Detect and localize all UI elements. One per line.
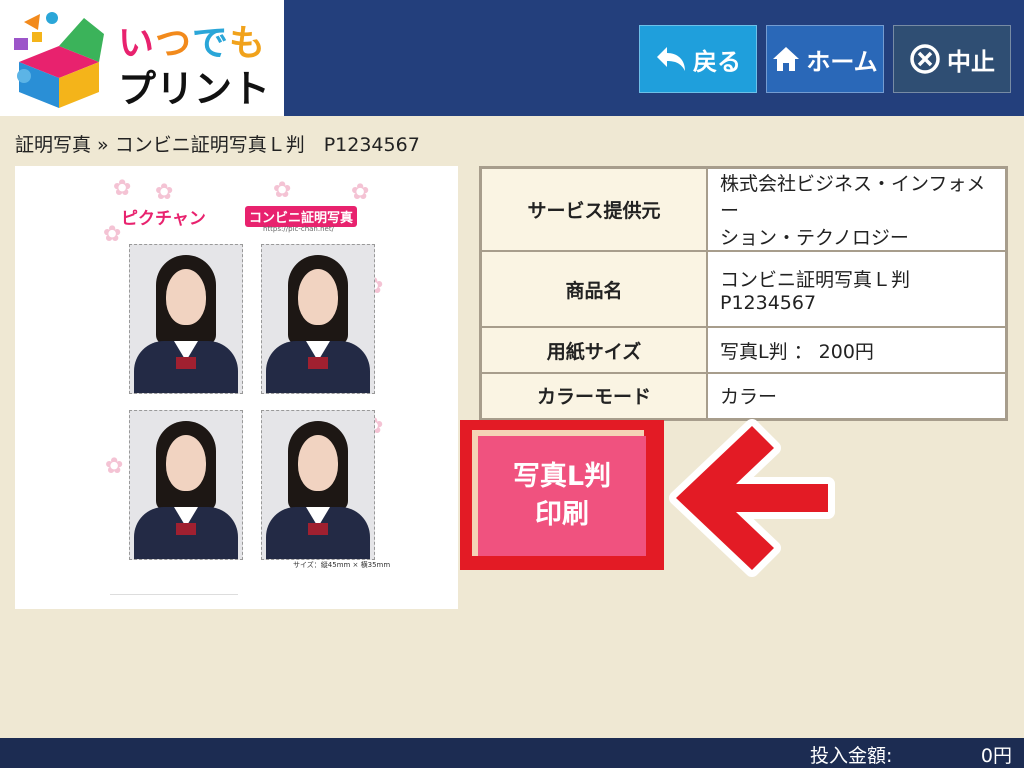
- info-row-product: 商品名 コンビニ証明写真Ｌ判 P1234567: [479, 250, 1008, 328]
- deposit-amount-value: 0円: [980, 745, 1012, 767]
- preview-divider: [110, 594, 238, 595]
- stop-button[interactable]: 中止: [893, 25, 1011, 93]
- sakura-decoration-icon: ✿: [351, 180, 370, 205]
- preview-size-note: サイズ：縦45mm × 横35mm: [293, 561, 391, 569]
- logo-text-bottom: プリント: [118, 67, 271, 111]
- print-button-face[interactable]: 写真L判 印刷: [478, 436, 646, 556]
- info-key: サービス提供元: [479, 166, 708, 252]
- footer-bar: 投入金額: 0円: [0, 738, 1024, 768]
- sakura-decoration-icon: ✿: [105, 454, 124, 479]
- deposit-amount-label: 投入金額:: [810, 745, 893, 767]
- print-button-label-line1: 写真L判: [512, 461, 612, 492]
- logo-cube-icon: [14, 12, 104, 108]
- cancel-circle-icon: [910, 44, 940, 74]
- sakura-decoration-icon: ✿: [273, 178, 292, 203]
- home-icon: [773, 47, 800, 71]
- home-button-label: ホーム: [806, 47, 878, 76]
- info-row-paper-size: 用紙サイズ 写真L判 ： 200円: [479, 326, 1008, 374]
- info-key: カラーモード: [479, 372, 708, 420]
- product-info-table: サービス提供元 株式会社ビジネス・インフォメー ション・テクノロジー 商品名 コン…: [479, 166, 1008, 421]
- back-arrow-icon: [657, 47, 685, 71]
- pointer-arrow-icon: [669, 419, 835, 577]
- info-value: カラー: [706, 372, 1008, 420]
- info-row-color-mode: カラーモード カラー: [479, 372, 1008, 420]
- info-key: 用紙サイズ: [479, 326, 708, 374]
- id-photo: [261, 244, 375, 394]
- id-photo: [129, 410, 243, 560]
- id-photo: [261, 410, 375, 560]
- sakura-decoration-icon: ✿: [113, 176, 132, 201]
- header-bar: いつでも プリント 戻る ホーム 中止: [0, 0, 1024, 116]
- app-logo: いつでも プリント: [0, 0, 284, 116]
- sakura-decoration-icon: ✿: [103, 222, 122, 247]
- info-value: 株式会社ビジネス・インフォメー ション・テクノロジー: [706, 166, 1008, 252]
- info-value: コンビニ証明写真Ｌ判 P1234567: [706, 250, 1008, 328]
- back-button-label: 戻る: [693, 47, 741, 76]
- preview-sheet: ✿ ✿ ✿ ✿ ✿ ✿ ✿ ✿ ピクチャン コンビニ証明写真 https://p…: [103, 174, 390, 574]
- preview-title: コンビニ証明写真: [245, 206, 358, 227]
- preview-brand: ピクチャン: [121, 209, 206, 229]
- info-value: 写真L判 ： 200円: [706, 326, 1008, 374]
- info-key: 商品名: [479, 250, 708, 328]
- home-button[interactable]: ホーム: [766, 25, 884, 93]
- id-photo: [129, 244, 243, 394]
- print-button-label-line2: 印刷: [535, 499, 589, 530]
- preview-url: https://pic-chan.net/: [263, 225, 334, 233]
- breadcrumb: 証明写真 » コンビニ証明写真Ｌ判 P1234567: [15, 134, 420, 156]
- info-row-provider: サービス提供元 株式会社ビジネス・インフォメー ション・テクノロジー: [479, 166, 1008, 252]
- stop-button-label: 中止: [947, 47, 995, 76]
- sakura-decoration-icon: ✿: [155, 180, 174, 205]
- print-button[interactable]: 写真L判 印刷: [460, 420, 664, 570]
- back-button[interactable]: 戻る: [639, 25, 757, 93]
- print-preview: ✿ ✿ ✿ ✿ ✿ ✿ ✿ ✿ ピクチャン コンビニ証明写真 https://p…: [15, 166, 458, 609]
